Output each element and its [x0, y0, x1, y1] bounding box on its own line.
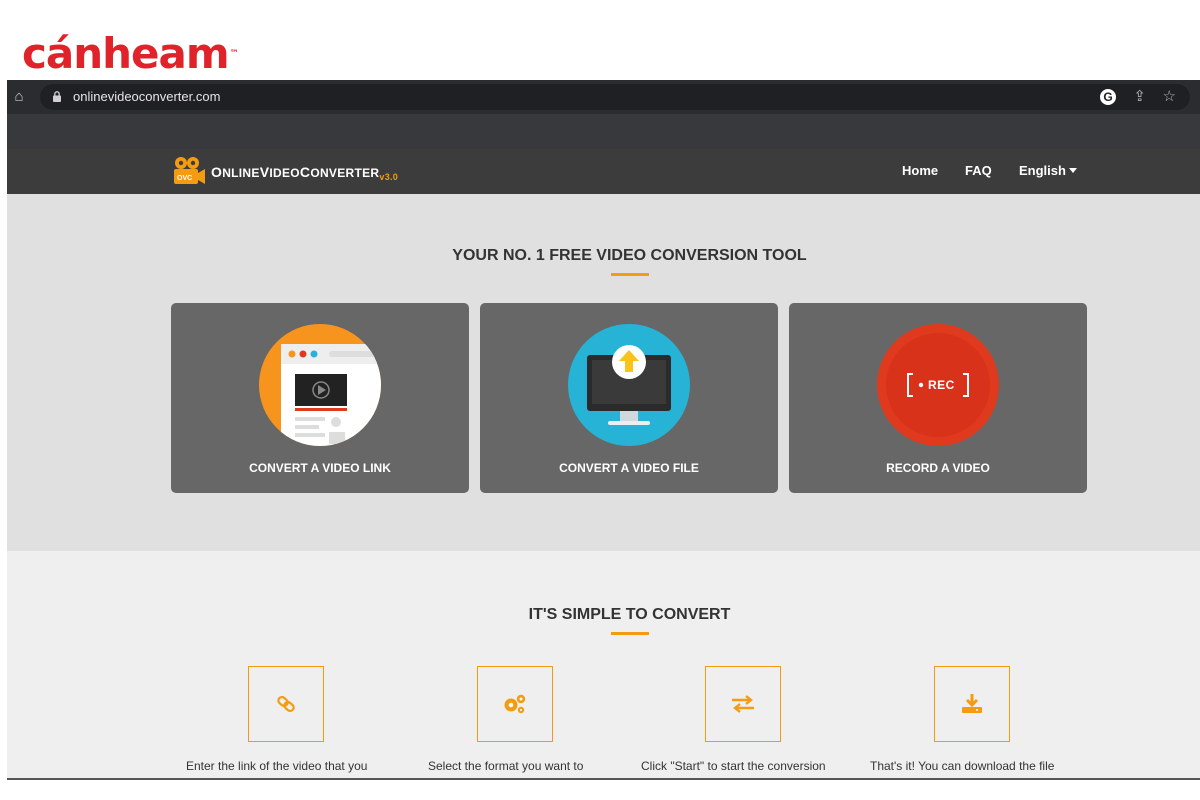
hero-title: YOUR NO. 1 FREE VIDEO CONVERSION TOOL: [452, 247, 807, 264]
step-text: That's it! You can download the file: [870, 759, 1055, 773]
browser-toolbar: ⌂ onlinevideoconverter.com G ⇪ ☆: [7, 80, 1200, 114]
exchange-icon: [706, 667, 779, 740]
card-label: RECORD A VIDEO: [886, 461, 990, 475]
download-icon: [935, 667, 1008, 740]
step-download-box: [934, 666, 1010, 742]
steps-title: IT'S SIMPLE TO CONVERT: [528, 606, 731, 623]
google-icon[interactable]: G: [1100, 89, 1116, 105]
step-text: Select the format you want to: [428, 759, 584, 773]
share-icon[interactable]: ⇪: [1133, 87, 1146, 107]
convert-link-card[interactable]: CONVERT A VIDEO LINK: [171, 303, 469, 493]
lock-icon: [53, 91, 61, 102]
convert-file-card[interactable]: CONVERT A VIDEO FILE: [480, 303, 778, 493]
home-icon[interactable]: ⌂: [10, 88, 28, 106]
step-start-box: [705, 666, 781, 742]
address-bar[interactable]: onlinevideoconverter.com G ⇪ ☆: [40, 84, 1190, 110]
step-text: Enter the link of the video that you: [186, 759, 368, 773]
browser-tabstrip: [7, 114, 1200, 149]
title-underline: [611, 273, 649, 276]
gears-icon: [478, 667, 551, 740]
bottom-divider: [7, 778, 1200, 780]
rec-label: REC: [928, 378, 955, 392]
svg-text:OVC: OVC: [177, 175, 192, 182]
title-underline: [611, 632, 649, 635]
record-icon: REC: [877, 324, 999, 446]
step-link-box: [248, 666, 324, 742]
watermark-logo: cánheam™: [22, 29, 239, 78]
record-video-card[interactable]: REC RECORD A VIDEO: [789, 303, 1087, 493]
brand-name[interactable]: ONLINEVIDEOCONVERTERv3.0: [211, 164, 398, 182]
nav-faq-link[interactable]: FAQ: [965, 163, 992, 179]
step-text: Click "Start" to start the conversion: [641, 759, 826, 773]
step-format-box: [477, 666, 553, 742]
site-navbar: OVC ONLINEVIDEOCONVERTERv3.0 Home FAQ En…: [7, 149, 1200, 194]
caret-down-icon: [1068, 168, 1077, 173]
card-label: CONVERT A VIDEO FILE: [559, 461, 699, 475]
browser-video-icon: [259, 324, 381, 446]
steps-section: IT'S SIMPLE TO CONVERT Enter the link of…: [7, 551, 1200, 778]
nav-home-link[interactable]: Home: [902, 163, 938, 179]
url-text: onlinevideoconverter.com: [73, 89, 221, 104]
hero-section: YOUR NO. 1 FREE VIDEO CONVERSION TOOL CO…: [7, 194, 1200, 551]
camera-logo-icon[interactable]: OVC: [172, 156, 206, 186]
link-icon: [249, 667, 322, 740]
language-dropdown[interactable]: English: [1019, 163, 1077, 179]
card-label: CONVERT A VIDEO LINK: [249, 461, 391, 475]
star-icon[interactable]: ☆: [1163, 87, 1176, 107]
monitor-upload-icon: [568, 324, 690, 446]
watermark-band: cánheam™: [0, 0, 1200, 80]
